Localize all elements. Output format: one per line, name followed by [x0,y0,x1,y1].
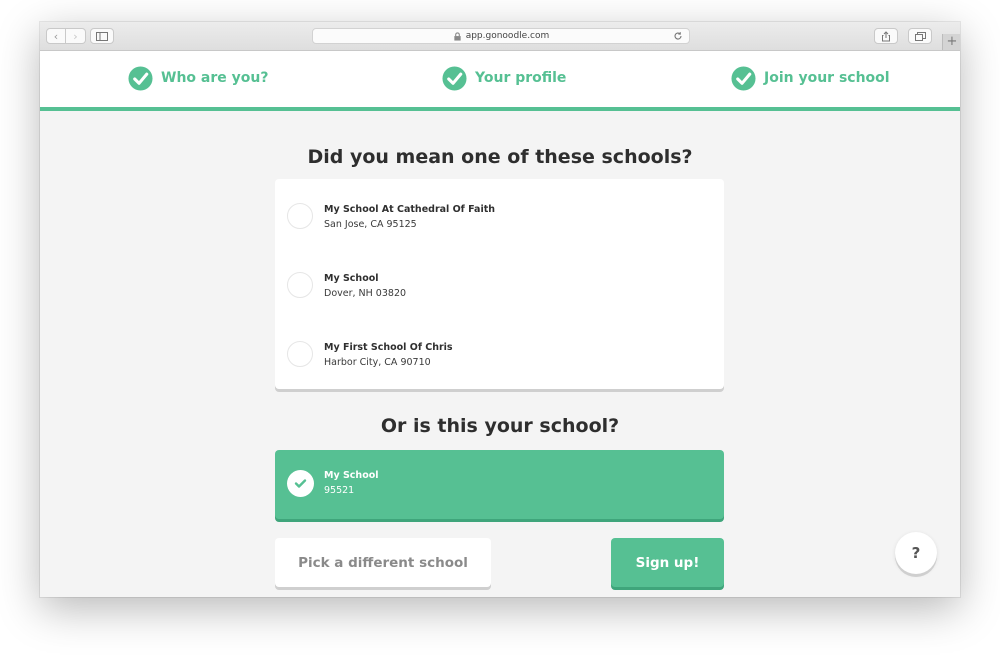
suggestions-heading: Did you mean one of these schools? [307,146,693,168]
tabs-overview-button[interactable] [908,28,932,44]
school-location: San Jose, CA 95125 [324,219,417,230]
sidebar-toggle-button[interactable] [90,28,114,44]
selected-radio[interactable] [287,470,314,497]
school-option[interactable]: My First School Of Chris Harbor City, CA… [275,321,724,383]
address-bar[interactable]: app.gonoodle.com [312,28,690,44]
school-suggestions-list: My School At Cathedral Of Faith San Jose… [275,179,724,389]
step-your-profile: Your profile [442,65,566,91]
url-text: app.gonoodle.com [465,31,550,41]
share-icon [882,30,890,41]
signup-stepper: Who are you? Your profile Join your scho… [40,51,960,111]
school-radio[interactable] [287,341,313,367]
back-button[interactable]: ‹ [46,28,66,44]
school-name: My School At Cathedral Of Faith [324,204,496,215]
sidebar-icon [96,31,108,41]
step-join-your-school: Join your school [731,65,890,91]
current-school-option[interactable]: My School 95521 [275,450,724,519]
share-button[interactable] [874,28,898,44]
reload-icon[interactable] [673,31,683,41]
new-tab-button[interactable]: + [942,34,960,50]
school-option[interactable]: My School Dover, NH 03820 [275,252,724,314]
check-circle-icon [128,65,153,91]
help-button[interactable]: ? [895,532,937,574]
lock-icon [454,31,461,41]
school-radio[interactable] [287,272,313,298]
chevron-right-icon: › [73,29,78,43]
school-name: My First School Of Chris [324,342,453,353]
check-circle-icon [442,65,467,91]
school-zip: 95521 [324,485,355,496]
tabs-icon [914,31,926,41]
pick-different-school-button[interactable]: Pick a different school [275,538,491,587]
step-label: Join your school [764,70,890,86]
check-circle-icon [731,65,756,91]
chevron-left-icon: ‹ [53,29,59,43]
forward-button[interactable]: › [66,28,86,44]
school-location: Harbor City, CA 90710 [324,357,431,368]
step-label: Who are you? [161,70,269,86]
step-who-are-you: Who are you? [128,65,268,91]
school-location: Dover, NH 03820 [324,288,407,299]
school-name: My School [324,470,379,481]
browser-toolbar: ‹ › app.gonoodle.com + [40,22,960,51]
browser-window: ‹ › app.gonoodle.com + Who are you? Your… [40,22,960,597]
sign-up-button[interactable]: Sign up! [611,538,724,587]
school-name: My School [324,273,379,284]
nav-buttons: ‹ › [46,28,86,44]
step-label: Your profile [475,70,567,86]
help-label: ? [911,544,921,562]
school-option[interactable]: My School At Cathedral Of Faith San Jose… [275,183,724,245]
current-school-heading: Or is this your school? [380,415,620,437]
school-radio[interactable] [287,203,313,229]
checkmark-icon [294,479,307,488]
